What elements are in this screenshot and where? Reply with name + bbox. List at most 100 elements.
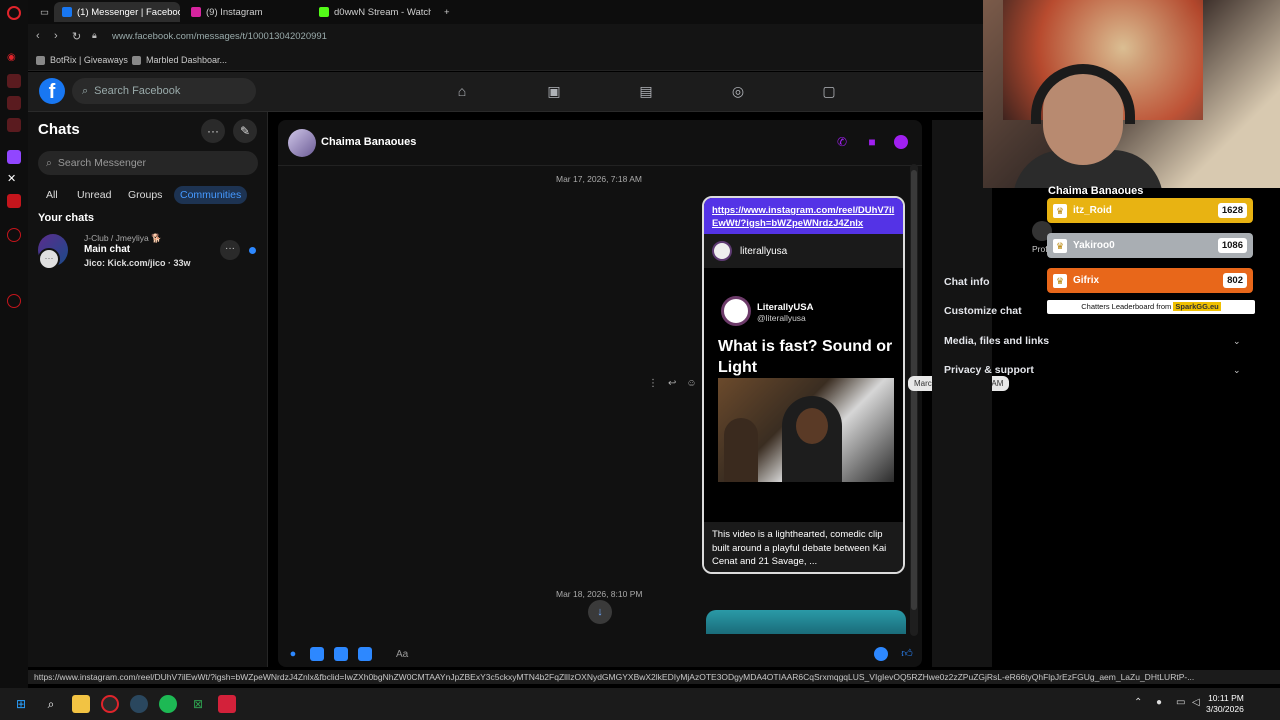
- url-field[interactable]: www.facebook.com/messages/t/100013042020…: [112, 31, 327, 42]
- spotify-icon[interactable]: [159, 695, 177, 713]
- bookmark-icon: [36, 55, 45, 65]
- xbox-icon[interactable]: ⊠: [189, 695, 207, 713]
- chat-list-item[interactable]: ··· J-Club / Jmeyliya 🐕 Main chat Jico: …: [36, 230, 264, 272]
- windows-start-icon[interactable]: ⊞: [12, 695, 30, 713]
- like-icon[interactable]: 👍︎: [900, 647, 914, 661]
- x-icon[interactable]: ✕: [7, 172, 21, 186]
- video-icon[interactable]: ▣: [545, 83, 563, 99]
- bookmark-marbled[interactable]: Marbled Dashboar...: [132, 55, 227, 65]
- footer-text: Chatters Leaderboard from: [1081, 302, 1172, 311]
- profile-label: Prof: [1032, 244, 1048, 254]
- chat-group-name: J-Club / Jmeyliya 🐕: [84, 233, 162, 243]
- volume-icon[interactable]: ◁: [1192, 697, 1200, 708]
- sidebar-icon-3[interactable]: [7, 96, 21, 110]
- messenger-sidebar-icon[interactable]: ◉: [7, 52, 21, 66]
- scroll-to-bottom-button[interactable]: ↓: [588, 600, 612, 624]
- gaming-icon[interactable]: ▢: [820, 83, 838, 99]
- groups-icon[interactable]: ◎: [729, 83, 747, 99]
- chevron-down-icon[interactable]: ⌄: [1233, 336, 1241, 347]
- image-icon[interactable]: [310, 647, 324, 661]
- lock-icon: 🔒︎: [92, 30, 97, 40]
- opera-logo-icon[interactable]: [7, 6, 21, 20]
- phone-icon[interactable]: ✆: [835, 135, 849, 149]
- sticker-icon[interactable]: [334, 647, 348, 661]
- shared-reel-message[interactable]: https://www.instagram.com/reel/DUhV7ilEw…: [702, 196, 905, 574]
- messenger-search-input[interactable]: ⌕ Search Messenger: [38, 151, 258, 175]
- filter-groups[interactable]: Groups: [122, 186, 168, 204]
- avatar: ···: [38, 234, 68, 270]
- date-separator: Mar 17, 2026, 7:18 AM: [556, 174, 642, 184]
- reload-icon[interactable]: ↻: [72, 30, 81, 43]
- taskbar-clock[interactable]: 10:11 PM 3/30/2026: [1206, 693, 1244, 715]
- new-message-button[interactable]: ✎: [233, 119, 257, 143]
- crown-icon: ♛: [1053, 273, 1067, 288]
- conversation-scrollbar[interactable]: [910, 164, 918, 636]
- message-input[interactable]: Aa: [386, 644, 866, 666]
- crown-icon: ♛: [1053, 203, 1067, 218]
- back-icon[interactable]: ‹: [36, 30, 40, 42]
- marketplace-icon[interactable]: ▤: [637, 83, 655, 99]
- search-icon[interactable]: ⌕: [42, 695, 60, 713]
- bookmark-icon: [132, 55, 141, 65]
- new-tab-button[interactable]: +: [436, 2, 458, 22]
- microphone-icon[interactable]: ●: [286, 647, 300, 661]
- avatar[interactable]: [288, 129, 316, 157]
- bookmark-botrix[interactable]: BotRix | Giveaways: [36, 55, 128, 65]
- reel-thumbnail: [718, 378, 894, 482]
- filter-all[interactable]: All: [40, 186, 64, 204]
- chevron-down-icon[interactable]: ⌄: [1233, 365, 1241, 376]
- tray-chevron-icon[interactable]: ⌃: [1134, 697, 1142, 708]
- microphone-icon[interactable]: ●: [1156, 697, 1162, 708]
- facebook-logo[interactable]: f: [39, 78, 65, 104]
- tab-stream[interactable]: d0wwN Stream - Watch Li: [311, 2, 431, 22]
- thumbnail-figure: [724, 418, 758, 482]
- reply-icon[interactable]: ↩: [668, 378, 676, 389]
- leaderboard-score: 802: [1223, 273, 1247, 288]
- media-files-links-item[interactable]: Media, files and links: [944, 335, 1049, 347]
- leaderboard-score: 1086: [1217, 238, 1247, 253]
- crown-icon: ♛: [1053, 238, 1067, 253]
- chat-more-button[interactable]: ···: [220, 240, 240, 260]
- chat-name: Main chat: [84, 244, 131, 255]
- customize-chat-item[interactable]: Customize chat: [944, 305, 1022, 317]
- date-separator: Mar 18, 2026, 8:10 PM: [556, 589, 643, 599]
- taskbar: ⊞ ⌕ ⊠ ⌃ ● ▭ ◁ 10:11 PM 3/30/2026: [0, 688, 1280, 720]
- kick-favicon-icon: [319, 7, 329, 17]
- more-options-button[interactable]: ···: [201, 119, 225, 143]
- chat-info-item[interactable]: Chat info: [944, 276, 990, 288]
- youtube-icon[interactable]: [7, 194, 21, 208]
- sidebar-icon-4[interactable]: [7, 118, 21, 132]
- reel-account: literallyusa: [740, 245, 788, 257]
- file-explorer-icon[interactable]: [72, 695, 90, 713]
- link-status-bar: https://www.instagram.com/reel/DUhV7ilEw…: [28, 670, 1280, 684]
- network-icon[interactable]: ▭: [1176, 697, 1185, 708]
- react-icon[interactable]: ☺: [686, 378, 696, 389]
- reel-preview[interactable]: LiterallyUSA @literallyusa What is fast?…: [704, 268, 903, 522]
- settings-icon[interactable]: [7, 294, 21, 308]
- privacy-support-item[interactable]: Privacy & support: [944, 364, 1034, 376]
- home-icon[interactable]: ⌂: [453, 83, 471, 99]
- taskbar-time: 10:11 PM: [1208, 693, 1244, 703]
- emoji-icon[interactable]: [874, 647, 888, 661]
- forward-icon[interactable]: ›: [54, 30, 58, 42]
- info-icon[interactable]: [894, 135, 908, 149]
- tab-instagram[interactable]: (9) Instagram: [183, 2, 303, 22]
- tab-messenger[interactable]: (1) Messenger | Facebook: [54, 2, 180, 22]
- next-message-preview[interactable]: [706, 610, 906, 634]
- twitch-icon[interactable]: [7, 150, 21, 164]
- history-icon[interactable]: [7, 228, 21, 242]
- reel-link[interactable]: https://www.instagram.com/reel/DUhV7ilEw…: [704, 198, 903, 234]
- tab-label: (9) Instagram: [206, 6, 263, 18]
- more-icon[interactable]: ⋮: [648, 378, 658, 389]
- app-icon[interactable]: [218, 695, 236, 713]
- filter-unread[interactable]: Unread: [71, 186, 117, 204]
- sidebar-icon-2[interactable]: [7, 74, 21, 88]
- filter-communities[interactable]: Communities: [174, 186, 248, 204]
- leaderboard-name: Gifrix: [1073, 275, 1100, 286]
- gif-icon[interactable]: [358, 647, 372, 661]
- opera-icon[interactable]: [101, 695, 119, 713]
- contact-name[interactable]: Chaima Banaoues: [321, 136, 416, 148]
- video-call-icon[interactable]: ■: [865, 135, 879, 149]
- steam-icon[interactable]: [130, 695, 148, 713]
- facebook-search-input[interactable]: ⌕ Search Facebook: [72, 78, 256, 104]
